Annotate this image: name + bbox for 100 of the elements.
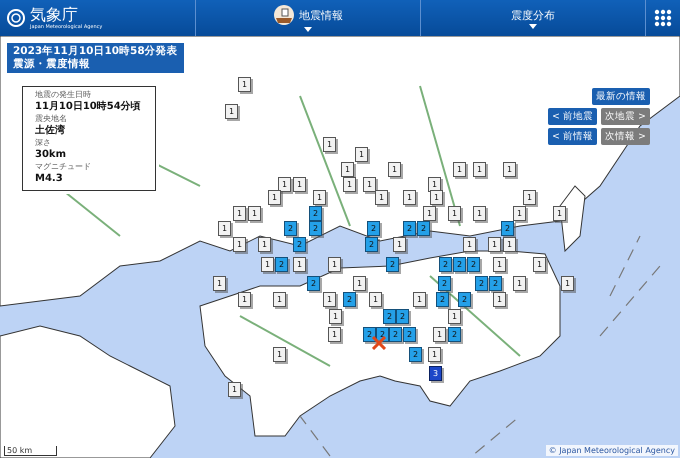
intensity-marker: 2 xyxy=(436,292,449,307)
field-value: 土佐湾 xyxy=(35,124,65,138)
intensity-marker: 1 xyxy=(513,276,526,291)
nav-button[interactable]: 最新の情報 xyxy=(592,88,650,105)
intensity-marker: 1 xyxy=(375,190,388,205)
nav-button[interactable]: < 前情報 xyxy=(548,128,598,145)
report-title: 2023年11月10日10時58分発表 震源・震度情報 xyxy=(6,42,185,74)
intensity-marker: 1 xyxy=(388,162,401,177)
field-label: 地震の発生日時 xyxy=(35,90,91,100)
intensity-marker: 1 xyxy=(273,292,286,307)
intensity-marker: 2 xyxy=(389,327,402,342)
intensity-marker: 2 xyxy=(409,347,422,362)
intensity-marker: 1 xyxy=(403,190,416,205)
field-label: 震央地名 xyxy=(35,114,67,124)
intensity-marker: 1 xyxy=(448,309,461,324)
intensity-marker: 1 xyxy=(329,309,342,324)
copyright-text: © Japan Meteorological Agency xyxy=(546,445,678,456)
logo-icon xyxy=(6,8,26,28)
intensity-marker: 1 xyxy=(413,292,426,307)
intensity-marker: 2 xyxy=(363,327,376,342)
field-value: 11月10日10時54分頃 xyxy=(35,100,141,114)
intensity-marker: 2 xyxy=(309,221,322,236)
intensity-marker: 1 xyxy=(213,276,226,291)
intensity-marker: 2 xyxy=(403,327,416,342)
intensity-marker: 1 xyxy=(278,177,291,192)
intensity-marker: 1 xyxy=(433,327,446,342)
intensity-marker: 1 xyxy=(323,292,336,307)
intensity-marker: 1 xyxy=(488,237,501,252)
intensity-marker: 1 xyxy=(341,162,354,177)
intensity-marker: 1 xyxy=(463,237,476,252)
intensity-marker: 2 xyxy=(438,276,451,291)
intensity-marker: 1 xyxy=(261,257,274,272)
intensity-marker: 2 xyxy=(367,221,380,236)
intensity-marker: 1 xyxy=(453,162,466,177)
intensity-marker: 2 xyxy=(386,257,399,272)
intensity-marker: 2 xyxy=(448,327,461,342)
intensity-marker: 2 xyxy=(293,237,306,252)
nav-button[interactable]: < 前地震 xyxy=(548,108,598,125)
caret-icon xyxy=(529,24,537,28)
intensity-marker: 1 xyxy=(493,257,506,272)
intensity-marker: 1 xyxy=(553,206,566,221)
intensity-marker: 2 xyxy=(475,276,488,291)
intensity-marker: 1 xyxy=(363,177,376,192)
intensity-marker: 1 xyxy=(493,292,506,307)
intensity-marker: 1 xyxy=(561,276,574,291)
intensity-marker: 2 xyxy=(307,276,320,291)
intensity-marker: 2 xyxy=(501,221,514,236)
intensity-marker: 2 xyxy=(458,292,471,307)
intensity-marker: 2 xyxy=(309,206,322,221)
intensity-marker: 2 xyxy=(383,309,396,324)
intensity-marker: 1 xyxy=(473,206,486,221)
intensity-marker: 1 xyxy=(369,292,382,307)
intensity-marker: 2 xyxy=(396,309,409,324)
field-value: M4.3 xyxy=(35,172,63,186)
intensity-marker: 1 xyxy=(328,327,341,342)
intensity-marker: 1 xyxy=(238,292,251,307)
intensity-marker: 1 xyxy=(430,190,443,205)
intensity-marker: 1 xyxy=(473,162,486,177)
intensity-marker: 1 xyxy=(503,162,516,177)
field-label: 深さ xyxy=(35,138,51,148)
caret-icon xyxy=(304,27,312,32)
intensity-marker: 2 xyxy=(417,221,430,236)
intensity-marker: 1 xyxy=(323,137,336,152)
intensity-marker: 1 xyxy=(523,190,536,205)
intensity-marker: 1 xyxy=(225,104,238,119)
intensity-marker: 1 xyxy=(293,257,306,272)
intensity-marker: 1 xyxy=(273,347,286,362)
scale-bar: 50 km xyxy=(4,446,58,456)
intensity-marker: 1 xyxy=(248,206,261,221)
intensity-marker: 1 xyxy=(258,237,271,252)
intensity-marker: 1 xyxy=(218,221,231,236)
field-label: マグニチュード xyxy=(35,162,91,172)
intensity-marker: 2 xyxy=(284,221,297,236)
field-value: 30km xyxy=(35,148,66,162)
intensity-marker: 1 xyxy=(313,190,326,205)
intensity-marker: 1 xyxy=(233,237,246,252)
intensity-marker: 1 xyxy=(228,382,241,397)
intensity-marker: 1 xyxy=(328,257,341,272)
intensity-marker: 1 xyxy=(503,237,516,252)
intensity-marker: 1 xyxy=(343,177,356,192)
intensity-marker: 2 xyxy=(453,257,466,272)
intensity-marker: 2 xyxy=(403,221,416,236)
intensity-marker: 1 xyxy=(448,206,461,221)
grid-menu-icon xyxy=(654,9,672,27)
intensity-marker: 2 xyxy=(365,237,378,252)
intensity-marker: 1 xyxy=(513,206,526,221)
intensity-marker: 1 xyxy=(393,237,406,252)
intensity-marker: 1 xyxy=(428,347,441,362)
intensity-marker: 2 xyxy=(439,257,452,272)
intensity-marker: 1 xyxy=(353,276,366,291)
intensity-marker: 1 xyxy=(268,190,281,205)
intensity-marker: 2 xyxy=(489,276,502,291)
intensity-marker: 1 xyxy=(238,77,251,92)
intensity-marker: 1 xyxy=(233,206,246,221)
intensity-marker: 1 xyxy=(293,177,306,192)
intensity-marker: 2 xyxy=(467,257,480,272)
epicenter-icon xyxy=(372,336,386,350)
intensity-marker: 1 xyxy=(533,257,546,272)
intensity-marker: 3 xyxy=(429,366,442,381)
intensity-marker: 1 xyxy=(423,206,436,221)
